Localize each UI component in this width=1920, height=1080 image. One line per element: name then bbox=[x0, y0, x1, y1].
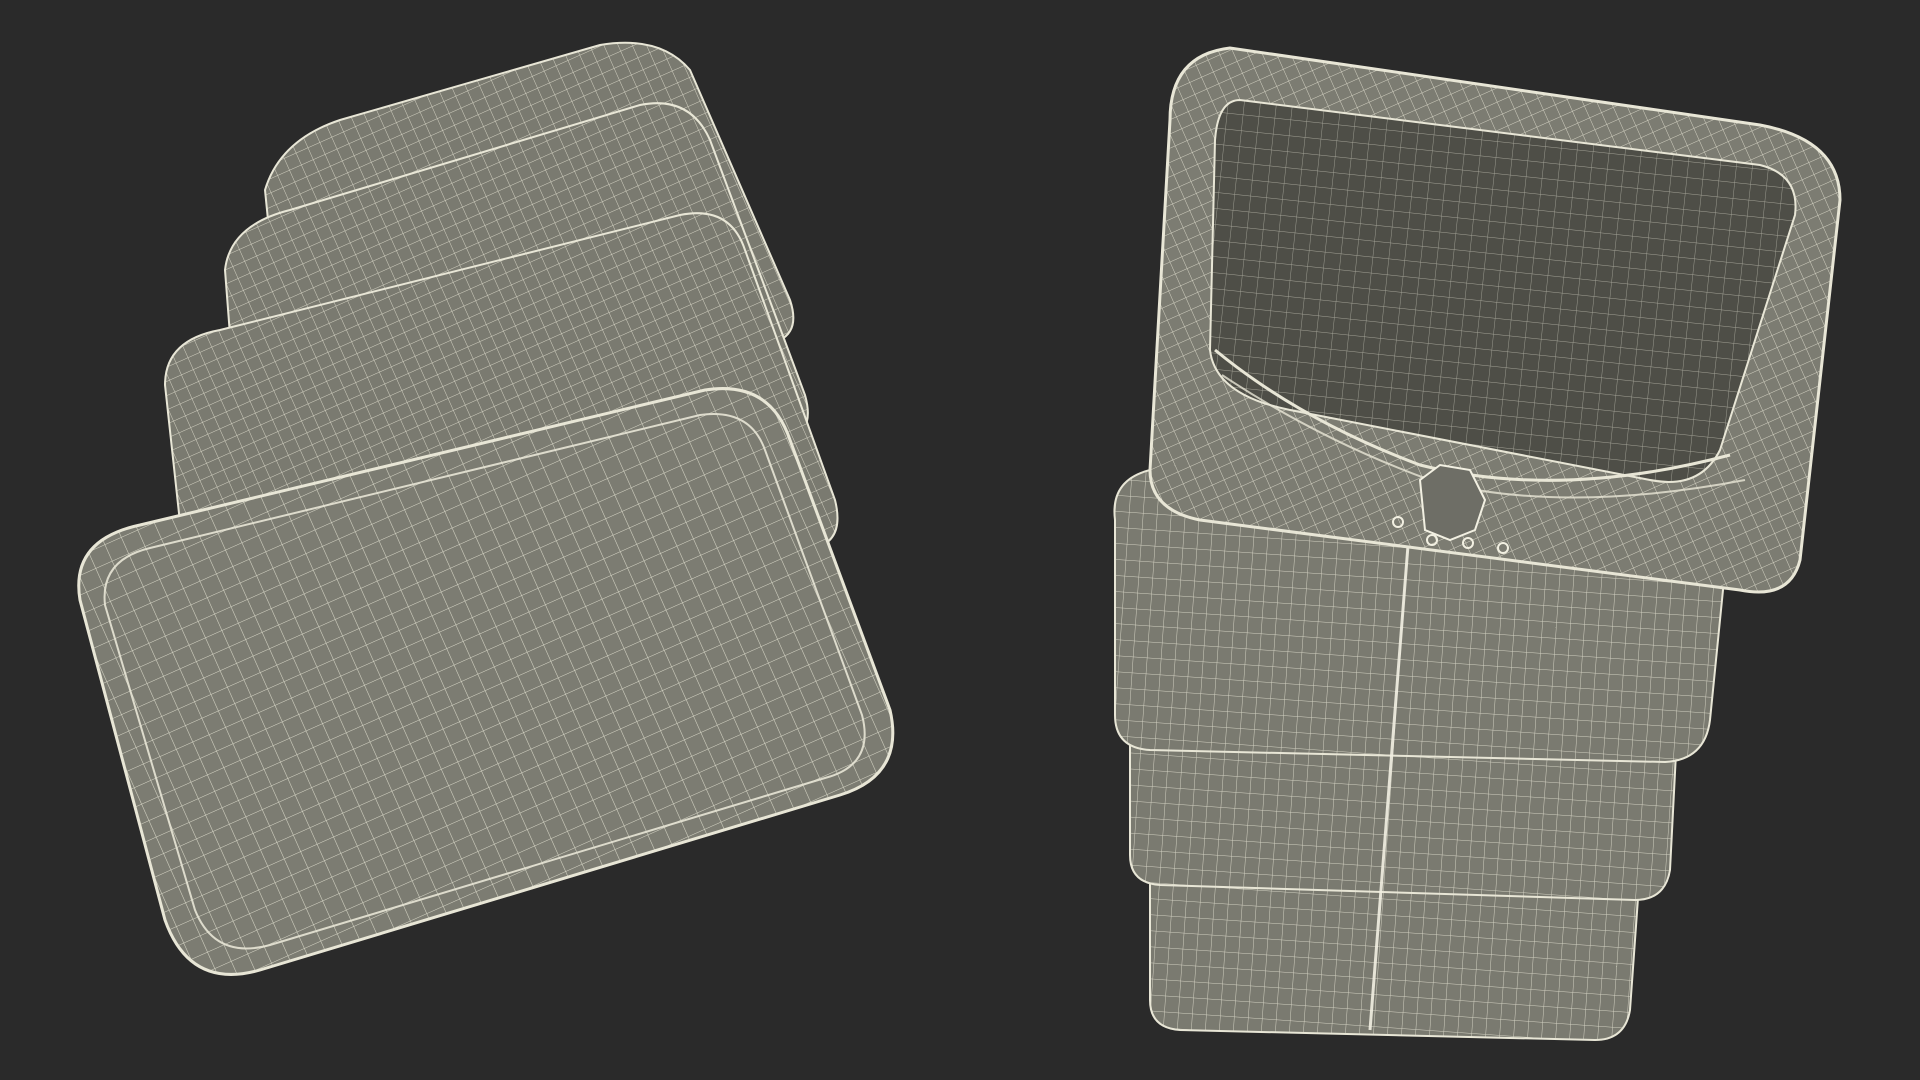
render-viewport bbox=[0, 0, 1920, 1080]
collapsed-container bbox=[77, 41, 895, 976]
wireframe-render bbox=[77, 41, 1842, 1042]
expanded-container bbox=[1113, 46, 1842, 1042]
